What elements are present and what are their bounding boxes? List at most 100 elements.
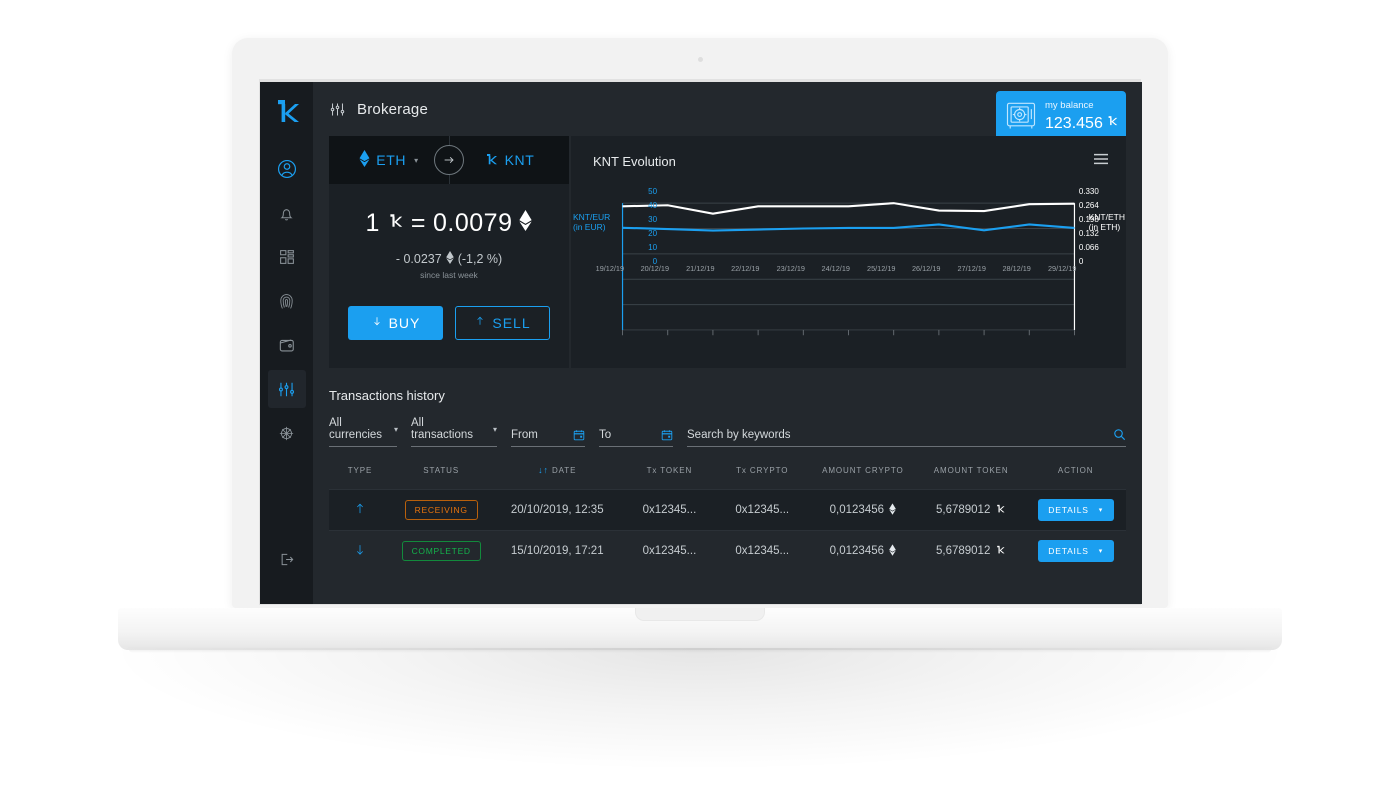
series-knt-eth [622, 202, 1075, 215]
search-field[interactable]: Search by keywords [687, 428, 1126, 447]
col-header-type: TYPE [347, 465, 373, 475]
balance-text: my balance 123.456 [1045, 101, 1119, 132]
buy-label: BUY [388, 314, 421, 331]
rate-value: 0.0079 [433, 208, 513, 237]
rate-delta-value: - 0.0237 [395, 251, 442, 266]
status-badge: COMPLETED [401, 541, 481, 561]
sidebar-item-settings[interactable] [268, 414, 306, 452]
chevron-down-icon: ▾ [492, 424, 497, 434]
swap-direction-button[interactable] [434, 145, 464, 175]
laptop-shadow [120, 648, 1280, 768]
sidebar [260, 82, 313, 604]
main-area: Brokerage my balance 123.456 ETH ▾ KNT 1… [313, 82, 1142, 604]
details-button[interactable]: DETAILS ▾ [1037, 499, 1114, 521]
app-window: Brokerage my balance 123.456 ETH ▾ KNT 1… [260, 82, 1142, 604]
cell-status: COMPLETED [390, 530, 492, 571]
chevron-down-icon: ▾ [414, 155, 419, 165]
rate-delta-percent: (-1,2 %) [457, 251, 503, 266]
col-header-amount-crypto: AMOUNT CRYPTO [822, 465, 904, 475]
sliders-icon [329, 101, 346, 118]
table-header-row: TYPE STATUS ↓↑ DATE Tx TOKEN Tx CRYPTO AM… [329, 465, 1126, 490]
calendar-icon[interactable] [661, 429, 673, 441]
cell-status: RECEIVING [390, 489, 492, 531]
knt-symbol-icon [995, 502, 1006, 518]
chart-gridlines [622, 202, 1075, 331]
balance-value-wrap: 123.456 [1045, 113, 1119, 133]
transactions-title: Transactions history [329, 388, 445, 403]
chevron-down-icon: ▾ [1098, 507, 1104, 514]
cell-type [329, 489, 391, 531]
table-row[interactable]: COMPLETED 15/10/2019, 17:21 0x12345... 0… [329, 530, 1126, 571]
hamburger-menu-icon[interactable] [1092, 152, 1110, 171]
laptop-foot-line [128, 647, 1272, 653]
sidebar-item-brokerage[interactable] [267, 370, 306, 408]
buy-button[interactable]: BUY [348, 305, 443, 340]
ethereum-icon [519, 209, 533, 238]
calendar-icon[interactable] [573, 429, 585, 441]
filter-currencies-label: All currencies [329, 417, 383, 441]
filter-transactions-label: All transactions [411, 417, 474, 441]
pair-to-selector[interactable]: KNT [449, 150, 569, 171]
transaction-filters: All currencies ▾ All transactions ▾ From [329, 417, 1126, 447]
sidebar-item-identity[interactable] [268, 282, 306, 320]
filter-date-from[interactable]: From [511, 429, 585, 447]
col-header-status: STATUS [423, 465, 460, 475]
col-header-date-label: DATE [551, 466, 577, 475]
status-badge: RECEIVING [404, 500, 478, 520]
amount-token-wrap: 5,6789012 [936, 543, 1006, 559]
sidebar-item-notifications[interactable] [268, 194, 306, 232]
balance-symbol [1106, 113, 1119, 133]
filter-date-to[interactable]: To [599, 429, 673, 447]
search-icon[interactable] [1113, 428, 1126, 441]
amount-crypto-value: 0,0123456 [829, 504, 885, 516]
chevron-down-icon: ▾ [394, 424, 399, 434]
sell-label: SELL [492, 314, 531, 331]
table-row[interactable]: RECEIVING 20/10/2019, 12:35 0x12345... 0… [329, 489, 1126, 531]
cell-tx-crypto: 0x12345... [715, 489, 809, 531]
ethereum-icon [889, 502, 896, 518]
amount-token-wrap: 5,6789012 [936, 502, 1006, 518]
cell-action: DETAILS ▾ [1025, 489, 1126, 531]
screenshot-stage: Brokerage my balance 123.456 ETH ▾ KNT 1… [0, 0, 1400, 804]
ethereum-icon [445, 250, 454, 267]
details-button[interactable]: DETAILS ▾ [1037, 540, 1114, 562]
cell-tx-token: 0x12345... [623, 530, 716, 571]
pair-from-selector[interactable]: ETH ▾ [329, 150, 449, 170]
cell-tx-crypto: 0x12345... [715, 530, 809, 571]
filter-date-from-label: From [511, 429, 538, 441]
chart-header: KNT Evolution [571, 136, 1126, 180]
chart-card: KNT Evolution 50 40 30 20 10 0 KNT/EUR (… [571, 136, 1126, 368]
transactions-table-head: TYPE STATUS ↓↑ DATE Tx TOKEN Tx CRYPTO AM… [329, 465, 1126, 490]
search-input[interactable]: Search by keywords [687, 429, 791, 441]
sell-button[interactable]: SELL [455, 305, 550, 340]
sidebar-item-dashboard[interactable] [268, 238, 306, 276]
chart-x-ticks [622, 329, 1075, 336]
col-header-date[interactable]: ↓↑ DATE [491, 465, 623, 490]
sort-icon[interactable]: ↓↑ [538, 465, 549, 475]
cell-amount-crypto: 0,0123456 [808, 489, 918, 531]
knt-evolution-chart [621, 202, 1076, 336]
amount-crypto-value: 0,0123456 [829, 545, 885, 557]
cell-tx-token: 0x12345... [623, 489, 716, 531]
col-header-tx-crypto: Tx CRYPTO [736, 465, 789, 475]
sidebar-item-profile[interactable] [268, 150, 306, 188]
cell-amount-token: 5,6789012 [917, 489, 1026, 531]
pair-from-label: ETH [376, 152, 407, 168]
cell-type [329, 530, 391, 571]
exchange-rate: 1 = 0.0079 [366, 209, 533, 238]
sidebar-item-wallet[interactable] [268, 326, 306, 364]
knt-logo-icon [484, 150, 499, 171]
panels-row: ETH ▾ KNT 1 = 0.0079 - 0.0237 (-1,2 %) s… [329, 136, 1126, 368]
rate-delta: - 0.0237 (-1,2 %) [395, 250, 503, 267]
laptop-base [118, 608, 1282, 650]
chart-title: KNT Evolution [593, 153, 676, 169]
transactions-section: Transactions history All currencies ▾ Al… [329, 388, 1126, 571]
filter-transactions[interactable]: All transactions ▾ [411, 417, 497, 447]
arrow-up-icon [353, 500, 367, 521]
filter-currencies[interactable]: All currencies ▾ [329, 417, 399, 447]
laptop-camera [697, 57, 703, 62]
laptop-notch [635, 608, 765, 621]
knt-logo-icon[interactable] [270, 94, 304, 128]
logout-icon[interactable] [268, 540, 306, 578]
ethereum-icon [359, 150, 370, 170]
